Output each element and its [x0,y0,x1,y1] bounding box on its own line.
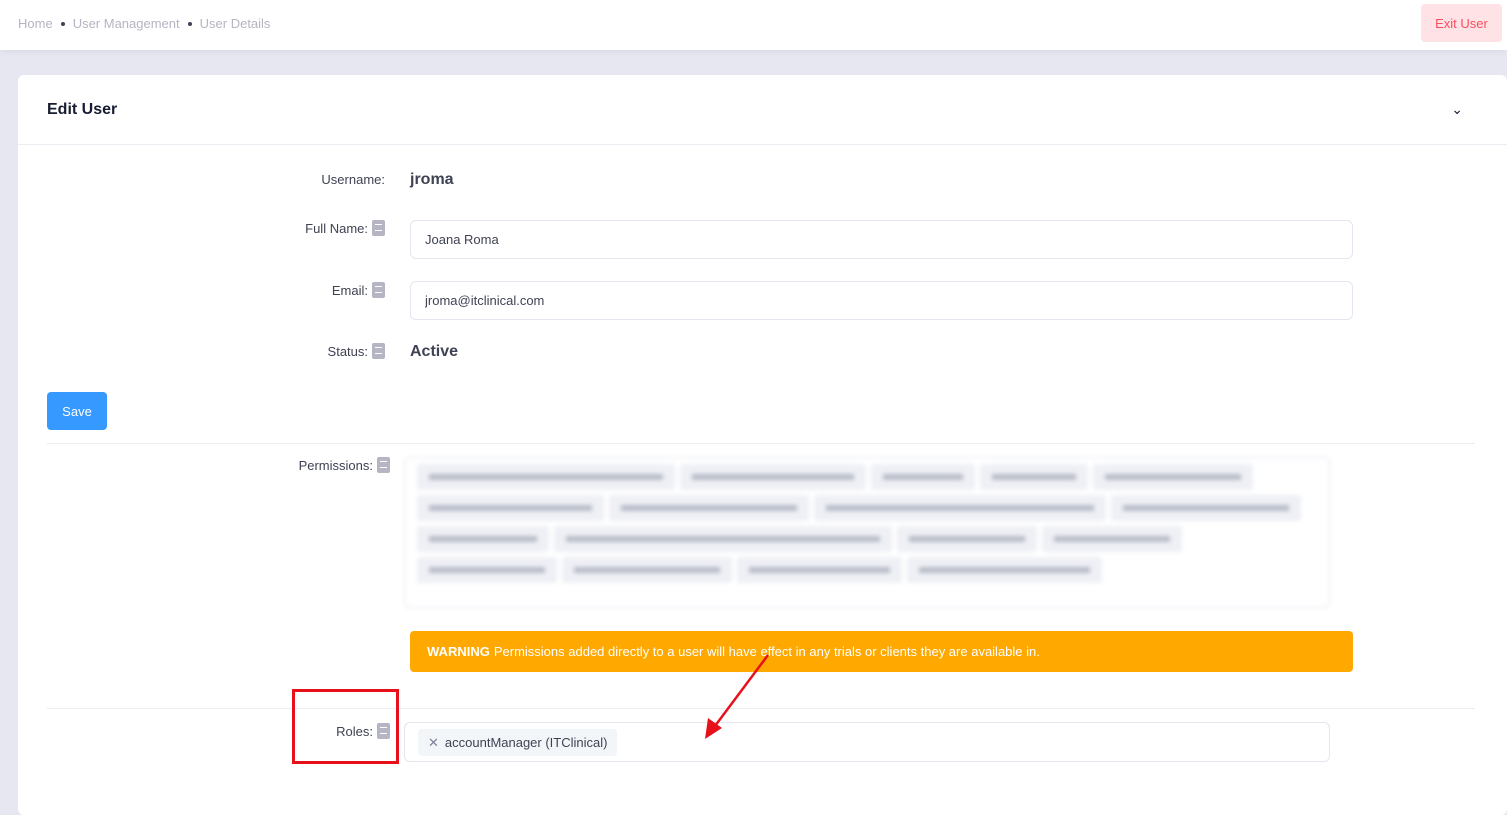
annotation-arrow-icon [705,654,770,739]
